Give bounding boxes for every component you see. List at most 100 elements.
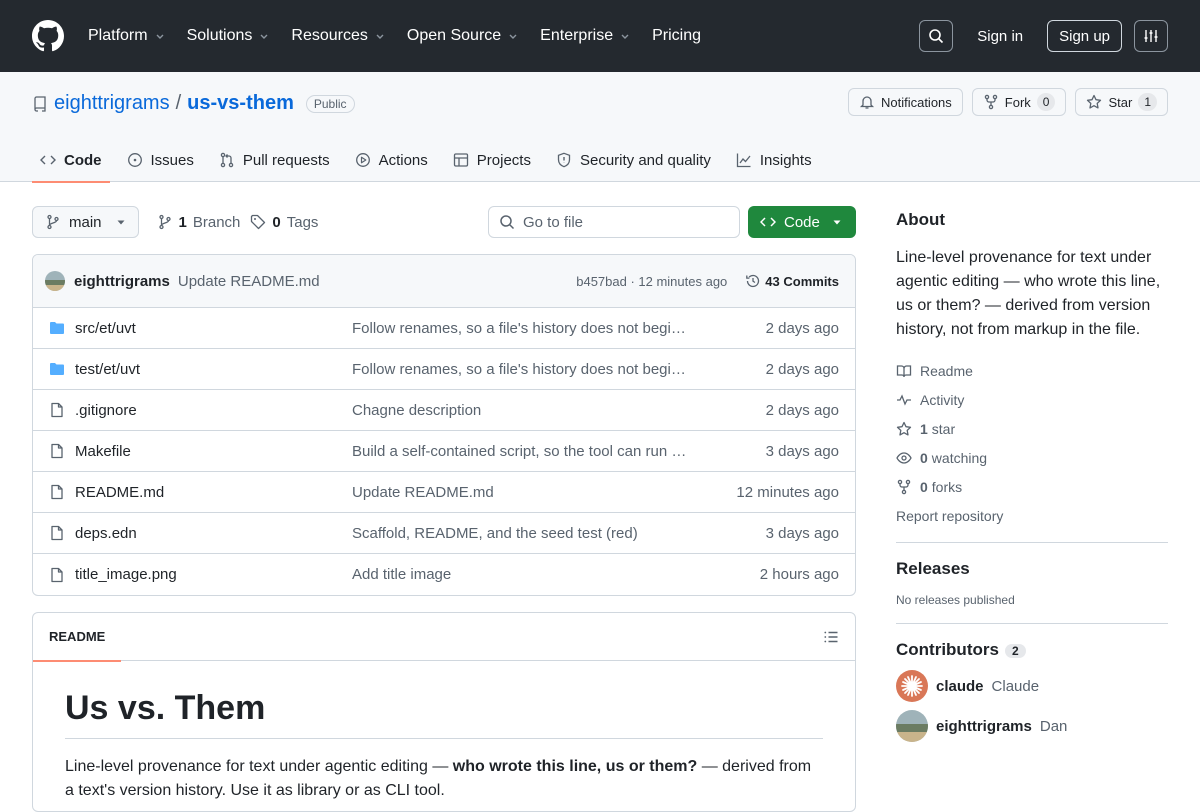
chevron-down-icon [156,34,164,39]
main-column: main 1 Branch 0 Tags Go to file Code eig… [32,206,856,812]
tab-pull-requests[interactable]: Pull requests [211,138,338,182]
file-row: test/et/uvt Follow renames, so a file's h… [33,349,855,390]
bell-icon [859,96,875,109]
history-icon [746,274,760,288]
file-list: eighttrigrams Update README.md b457bad ·… [32,254,856,596]
tab-projects[interactable]: Projects [445,138,539,182]
tab-code[interactable]: Code [32,138,110,183]
readme-panel: README Us vs. Them Line-level provenance… [32,612,856,812]
avatar[interactable] [45,271,65,291]
file-name[interactable]: .gitignore [75,402,137,419]
tags-link[interactable]: 0 Tags [250,214,318,231]
report-repository-link[interactable]: Report repository [896,501,1168,530]
commit-hash-time[interactable]: b457bad · 12 minutes ago [576,274,727,289]
file-name[interactable]: Makefile [75,443,131,460]
fork-count: 0 [1036,93,1056,111]
nav-open-source[interactable]: Open Source [407,27,518,45]
code-dropdown-button[interactable]: Code [748,206,856,238]
forks-link[interactable]: 0 forks [896,472,1168,501]
file-name-cell[interactable]: README.md [49,484,352,501]
file-name-cell[interactable]: Makefile [49,443,352,460]
branches-link[interactable]: 1 Branch [157,214,240,231]
file-name[interactable]: test/et/uvt [75,361,140,378]
file-commit-message[interactable]: Follow renames, so a file's history does… [352,361,692,378]
tab-actions[interactable]: Actions [347,138,436,182]
readme-heading: Us vs. Them [65,689,823,739]
file-commit-message[interactable]: Follow renames, so a file's history does… [352,320,692,337]
file-toolbar: main 1 Branch 0 Tags Go to file Code [32,206,856,238]
repo-name-link[interactable]: us-vs-them [187,92,294,115]
star-icon [1087,94,1102,109]
notifications-button[interactable]: Notifications [847,88,963,116]
repo-icon [34,95,46,112]
file-name-cell[interactable]: src/et/uvt [49,320,352,337]
file-commit-message[interactable]: Build a self-contained script, so the to… [352,443,692,460]
file-commit-date: 2 days ago [765,360,839,378]
tab-security[interactable]: Security and quality [548,138,719,182]
landscape-avatar-icon [896,710,928,742]
contributors-title[interactable]: Contributors 2 [896,640,1168,660]
pulse-icon [897,393,911,406]
menu-button[interactable] [1134,20,1168,52]
caret-down-icon [117,220,125,225]
file-name-cell[interactable]: .gitignore [49,402,352,419]
repo-header: eighttrigrams / us-vs-them Public Notifi… [0,72,1200,183]
nav-resources[interactable]: Resources [291,27,384,45]
sign-up-button[interactable]: Sign up [1047,20,1122,52]
go-to-file-input[interactable]: Go to file [488,206,740,238]
list-icon[interactable] [823,629,839,645]
contributor-item[interactable]: claude Claude [896,666,1168,706]
file-icon [51,567,63,582]
contributor-item[interactable]: eighttrigrams Dan [896,706,1168,746]
star-button[interactable]: Star 1 [1075,88,1168,116]
file-commit-message[interactable]: Update README.md [352,484,692,501]
file-commit-message[interactable]: Chagne description [352,402,692,419]
repo-title: eighttrigrams / us-vs-them Public [32,92,355,115]
file-name-cell[interactable]: test/et/uvt [49,361,352,378]
caret-down-icon [833,220,841,225]
about-title: About [896,210,946,229]
file-commit-date: 3 days ago [765,524,839,542]
stars-link[interactable]: 1 star [896,414,1168,443]
readme-tab[interactable]: README [33,613,122,662]
commits-link[interactable]: 43 Commits [745,273,839,289]
commit-message[interactable]: Update README.md [178,273,320,290]
visibility-badge: Public [305,94,355,113]
watchers-link[interactable]: 0 watching [896,443,1168,472]
branch-selector[interactable]: main [32,206,139,238]
avatar [896,710,928,742]
file-name[interactable]: README.md [75,484,164,501]
sign-in-link[interactable]: Sign in [965,28,1035,45]
file-name-cell[interactable]: deps.edn [49,525,352,542]
nav-platform[interactable]: Platform [88,27,165,45]
repo-actions: Notifications Fork 0 Star 1 [847,88,1168,116]
fork-button[interactable]: Fork 0 [971,88,1067,116]
landscape-avatar-icon [45,271,65,291]
file-name[interactable]: src/et/uvt [75,320,136,337]
fork-icon [897,479,911,494]
nav-solutions[interactable]: Solutions [187,27,270,45]
file-name-cell[interactable]: title_image.png [49,566,352,583]
about-description: Line-level provenance for text under age… [896,249,1161,338]
chevron-down-icon [376,34,384,39]
fork-icon [984,94,998,110]
tab-issues[interactable]: Issues [119,138,202,182]
releases-empty: No releases published [896,593,1015,607]
about-links: Readme Activity 1 star 0 watching 0 forks R… [896,356,1168,530]
file-name[interactable]: deps.edn [75,525,137,542]
file-commit-message[interactable]: Add title image [352,566,692,583]
file-commit-message[interactable]: Scaffold, README, and the seed test (red… [352,525,692,542]
repo-owner-link[interactable]: eighttrigrams [54,92,170,115]
contributors-list: claude Claude eighttrigrams Dan [896,666,1168,746]
activity-link[interactable]: Activity [896,385,1168,414]
nav-enterprise[interactable]: Enterprise [540,27,630,45]
github-logo-icon[interactable] [32,20,64,52]
readme-link[interactable]: Readme [896,356,1168,385]
commit-author[interactable]: eighttrigrams [74,273,170,290]
file-name[interactable]: title_image.png [75,566,177,583]
file-commit-date: 12 minutes ago [736,483,839,501]
search-button[interactable] [919,20,954,52]
nav-pricing[interactable]: Pricing [652,27,701,45]
tab-insights[interactable]: Insights [728,138,820,182]
releases-title[interactable]: Releases [896,559,1168,579]
